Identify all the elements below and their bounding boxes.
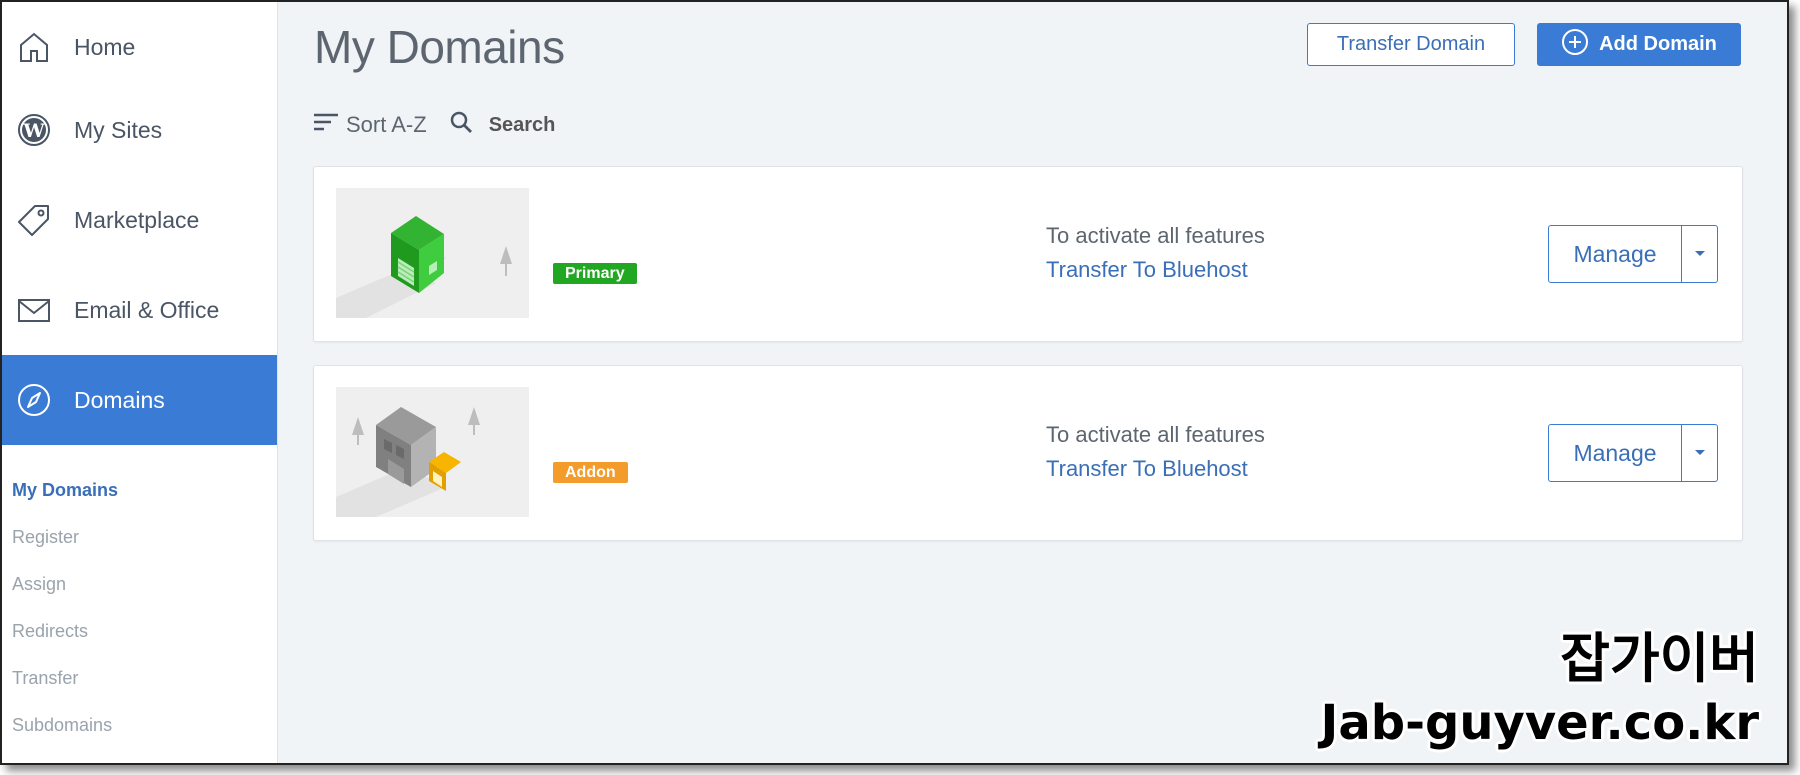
tag-icon [16,202,52,238]
transfer-to-bluehost-link[interactable]: Transfer To Bluehost [1046,257,1265,283]
house-illustration-gray [336,387,529,517]
sidebar-item-my-sites[interactable]: W My Sites [2,85,277,175]
search-icon [449,110,473,140]
caret-down-icon [1694,245,1706,263]
sidebar-item-label: Email & Office [74,296,220,323]
status-message: To activate all features [1046,422,1265,447]
manage-button[interactable]: Manage [1548,424,1682,482]
addon-badge: Addon [553,462,628,483]
manage-button[interactable]: Manage [1548,225,1682,283]
domains-subnav: My Domains Register Assign Redirects Tra… [12,467,118,749]
transfer-domain-button[interactable]: Transfer Domain [1307,23,1515,66]
watermark-korean: 잡가이버 [1560,627,1759,690]
subnav-subdomains[interactable]: Subdomains [12,702,118,749]
watermark: 잡가이버 Jab-guyver.co.kr [1320,614,1759,751]
subnav-assign[interactable]: Assign [12,561,118,608]
manage-dropdown-toggle[interactable] [1682,424,1718,482]
app-window: Home W My Sites Marketplace Email & Offi… [0,0,1789,765]
domain-card-primary: Primary To activate all features Transfe… [313,166,1743,342]
transfer-domain-label: Transfer Domain [1336,33,1486,55]
page-title: My Domains [314,21,565,73]
house-illustration-green [336,188,529,318]
sidebar-item-label: Marketplace [74,206,200,233]
subnav-register[interactable]: Register [12,514,118,561]
sidebar-item-email-office[interactable]: Email & Office [2,265,277,355]
search-button[interactable]: Search [449,110,556,140]
sidebar-item-label: Domains [74,386,165,413]
toolbar: Sort A-Z Search [312,110,555,140]
sidebar: Home W My Sites Marketplace Email & Offi… [2,2,278,763]
domain-status: To activate all features Transfer To Blu… [1046,223,1265,283]
subnav-redirects[interactable]: Redirects [12,608,118,655]
home-icon [16,29,52,65]
manage-group: Manage [1548,225,1718,283]
sidebar-item-domains[interactable]: Domains [2,355,277,445]
compass-icon [16,382,52,418]
subnav-transfer[interactable]: Transfer [12,655,118,702]
sidebar-item-marketplace[interactable]: Marketplace [2,175,277,265]
sidebar-item-home[interactable]: Home [2,2,277,92]
wordpress-icon: W [16,112,52,148]
manage-group: Manage [1548,424,1718,482]
status-message: To activate all features [1046,223,1265,248]
plus-circle-icon [1561,28,1589,62]
caret-down-icon [1694,444,1706,462]
add-domain-button[interactable]: Add Domain [1537,23,1741,66]
transfer-to-bluehost-link[interactable]: Transfer To Bluehost [1046,456,1265,482]
sort-icon [312,111,340,139]
sidebar-item-label: Home [74,33,136,60]
primary-badge: Primary [553,263,637,284]
main-content: My Domains Transfer Domain Add Domain So… [278,2,1787,763]
domain-card-addon: Addon To activate all features Transfer … [313,365,1743,541]
svg-text:W: W [22,120,45,142]
sort-button[interactable]: Sort A-Z [312,111,427,139]
sort-label: Sort A-Z [346,112,427,137]
search-label: Search [488,113,556,136]
manage-dropdown-toggle[interactable] [1682,225,1718,283]
domain-status: To activate all features Transfer To Blu… [1046,422,1265,482]
sidebar-item-label: My Sites [74,116,163,143]
add-domain-label: Add Domain [1599,33,1717,55]
envelope-icon [16,292,52,328]
watermark-url: Jab-guyver.co.kr [1320,695,1759,751]
subnav-my-domains[interactable]: My Domains [12,467,118,514]
